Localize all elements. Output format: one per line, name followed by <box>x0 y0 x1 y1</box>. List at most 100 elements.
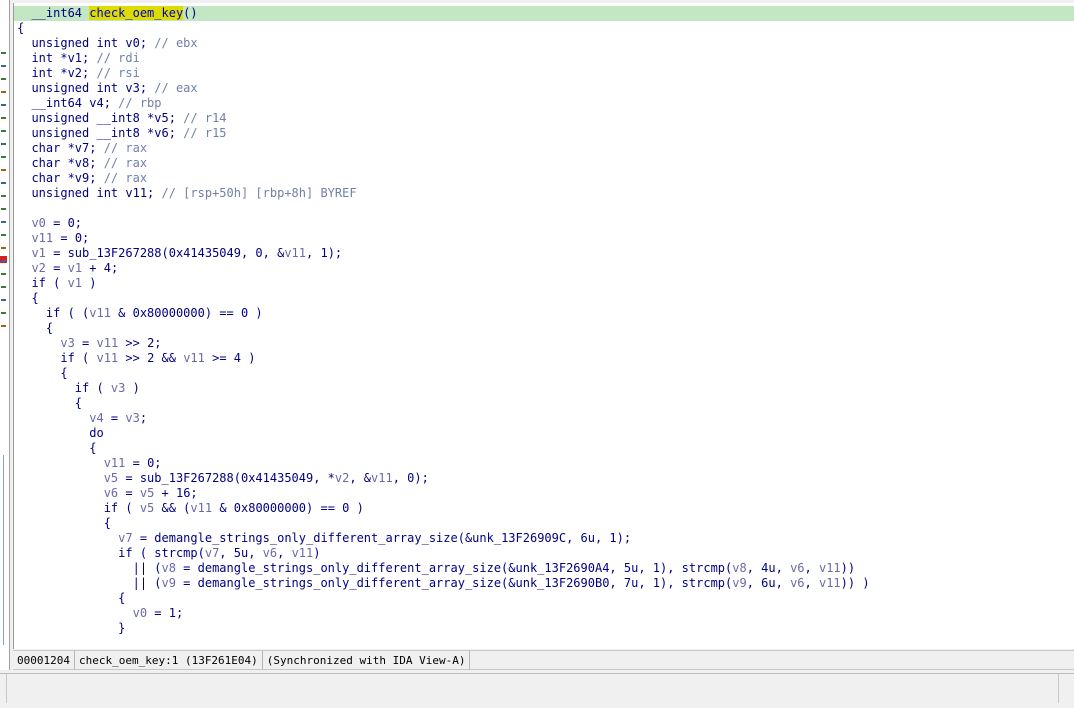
code-line[interactable]: do <box>14 426 1074 441</box>
code-line[interactable]: unsigned int v0; // ebx <box>14 36 1074 51</box>
overview-mark <box>1 169 6 171</box>
code-line[interactable]: if ( v3 ) <box>14 381 1074 396</box>
code-token: v1 <box>67 261 83 275</box>
code-token: = <box>74 336 97 350</box>
code-token: , 4u, <box>746 561 791 575</box>
bottom-bar-scroll[interactable] <box>1058 674 1074 703</box>
code-line[interactable]: int *v2; // rsi <box>14 66 1074 81</box>
code-comment: // rsi <box>96 66 140 80</box>
code-token: v0 <box>132 606 148 620</box>
code-token: } <box>17 621 126 635</box>
code-token: v11 <box>818 561 841 575</box>
overview-mark <box>1 156 6 158</box>
code-line[interactable]: { <box>14 321 1074 336</box>
code-line[interactable]: unsigned int v11; // [rsp+50h] [rbp+8h] … <box>14 186 1074 201</box>
code-comment: // rbp <box>118 96 162 110</box>
code-line[interactable]: v11 = 0; <box>14 456 1074 471</box>
code-line[interactable]: v3 = v11 >> 2; <box>14 336 1074 351</box>
code-line[interactable]: { <box>14 441 1074 456</box>
code-line[interactable]: if ( (v11 & 0x80000000) == 0 ) <box>14 306 1074 321</box>
code-token: = 1; <box>147 606 184 620</box>
code-token: v6 <box>790 576 805 590</box>
code-token: v11 <box>103 456 126 470</box>
code-line[interactable]: char *v8; // rax <box>14 156 1074 171</box>
overview-mark <box>1 182 6 184</box>
code-comment: // rdi <box>96 51 140 65</box>
code-token: char *v9; <box>17 171 104 185</box>
code-token: { <box>17 516 111 530</box>
code-token: v7 <box>118 531 133 545</box>
code-line[interactable]: v6 = v5 + 16; <box>14 486 1074 501</box>
code-line[interactable]: if ( v5 && (v11 & 0x80000000) == 0 ) <box>14 501 1074 516</box>
code-token: = demangle_strings_only_different_array_… <box>175 561 733 575</box>
code-token: v11 <box>183 351 205 365</box>
code-token: ) <box>313 546 321 560</box>
pseudocode-editor[interactable]: __int64 check_oem_key(){ unsigned int v0… <box>14 6 1074 649</box>
code-line[interactable]: { <box>14 591 1074 606</box>
code-line[interactable]: { <box>14 516 1074 531</box>
code-line[interactable]: { <box>14 21 1074 36</box>
code-line[interactable]: v1 = sub_13F267288(0x41435049, 0, &v11, … <box>14 246 1074 261</box>
code-line[interactable]: if ( strcmp(v7, 5u, v6, v11) <box>14 546 1074 561</box>
pseudocode-panel[interactable]: __int64 check_oem_key(){ unsigned int v0… <box>13 3 1074 649</box>
code-line[interactable]: int *v1; // rdi <box>14 51 1074 66</box>
left-side-panel[interactable] <box>0 0 10 670</box>
code-line[interactable]: v4 = v3; <box>14 411 1074 426</box>
code-token: () <box>183 6 198 20</box>
code-token: v1 <box>67 276 83 290</box>
code-line[interactable]: char *v9; // rax <box>14 171 1074 186</box>
code-line[interactable]: { <box>14 396 1074 411</box>
code-line[interactable]: if ( v1 ) <box>14 276 1074 291</box>
code-token: + 16; <box>154 486 198 500</box>
code-token: v2 <box>31 261 46 275</box>
code-token: unsigned __int8 *v5; <box>17 111 184 125</box>
code-token: = sub_13F267288(0x41435049, 0, & <box>45 246 285 260</box>
code-token: v2 <box>334 471 350 485</box>
code-line[interactable]: v7 = demangle_strings_only_different_arr… <box>14 531 1074 546</box>
code-line[interactable]: char *v7; // rax <box>14 141 1074 156</box>
code-line[interactable]: } <box>14 621 1074 636</box>
code-line[interactable]: { <box>14 366 1074 381</box>
code-line[interactable]: if ( v11 >> 2 && v11 >= 4 ) <box>14 351 1074 366</box>
code-line[interactable]: unsigned __int8 *v6; // r15 <box>14 126 1074 141</box>
code-line[interactable]: v0 = 0; <box>14 216 1074 231</box>
code-token: v11 <box>284 246 307 260</box>
code-line[interactable]: || (v8 = demangle_strings_only_different… <box>14 561 1074 576</box>
code-token: { <box>17 591 126 605</box>
code-token: v11 <box>31 231 54 245</box>
code-line[interactable]: __int64 v4; // rbp <box>14 96 1074 111</box>
code-token: ) <box>82 276 97 290</box>
code-line[interactable]: unsigned __int8 *v5; // r14 <box>14 111 1074 126</box>
code-token: >= 4 ) <box>204 351 256 365</box>
code-line[interactable]: || (v9 = demangle_strings_only_different… <box>14 576 1074 591</box>
code-token: if ( <box>17 276 68 290</box>
code-token: if ( <box>17 351 97 365</box>
code-token: , <box>804 561 819 575</box>
code-token: v1 <box>31 246 46 260</box>
code-token: v11 <box>190 501 213 515</box>
code-token: v0 <box>31 216 46 230</box>
code-comment: // rax <box>103 171 148 185</box>
code-token: { <box>17 321 54 335</box>
code-token: || ( <box>17 576 162 590</box>
code-line[interactable]: unsigned int v3; // eax <box>14 81 1074 96</box>
code-token: if ( <box>17 381 111 395</box>
code-line[interactable] <box>14 201 1074 216</box>
code-line[interactable]: v2 = v1 + 4; <box>14 261 1074 276</box>
code-line[interactable]: v0 = 1; <box>14 606 1074 621</box>
code-line[interactable]: { <box>14 291 1074 306</box>
code-token: = 0; <box>53 231 90 245</box>
overview-mark <box>1 143 6 145</box>
overview-mark <box>1 52 6 54</box>
code-line[interactable]: __int64 check_oem_key() <box>14 6 1074 21</box>
code-token: )) ) <box>840 576 870 590</box>
code-line[interactable]: v11 = 0; <box>14 231 1074 246</box>
code-comment: // eax <box>154 81 198 95</box>
bottom-output-bar[interactable] <box>0 673 1074 704</box>
code-line[interactable]: v5 = sub_13F267288(0x41435049, *v2, &v11… <box>14 471 1074 486</box>
code-token: )) <box>840 561 856 575</box>
